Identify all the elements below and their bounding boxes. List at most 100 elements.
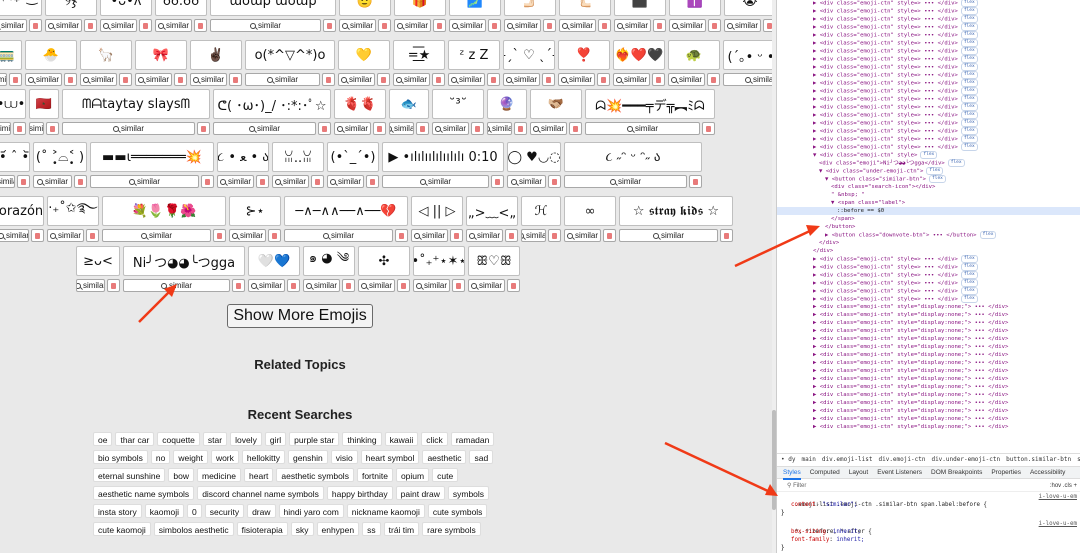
dom-node-line[interactable]: ▶ <div class="emoji-ctn" style=> ••• </d… — [777, 287, 1080, 295]
dom-node-line[interactable]: ▶ <div class="emoji-ctn" style="display:… — [777, 375, 1080, 383]
downvote-button[interactable] — [542, 73, 555, 86]
similar-button[interactable]: similar — [0, 122, 11, 135]
flex-badge[interactable]: flex — [960, 271, 978, 279]
recent-search-tag[interactable]: symbols — [447, 486, 490, 500]
dom-node-line[interactable]: ▼ <div class="under-emoji-ctn"> flex — [777, 167, 1080, 175]
similar-button[interactable]: similar — [327, 175, 364, 188]
emoji-copy-box[interactable]: 🤍💙 — [248, 246, 300, 276]
breadcrumb-item[interactable]: div.emoji-ctn — [878, 456, 925, 463]
similar-button[interactable]: similar — [503, 73, 540, 86]
similar-button[interactable]: similar — [102, 229, 211, 242]
dom-node-line[interactable]: ▶ <div class="emoji-ctn" style=> ••• </d… — [777, 119, 1080, 127]
flex-badge[interactable]: flex — [960, 295, 978, 303]
emoji-copy-box[interactable]: •ᴗ•ʌ — [100, 0, 152, 16]
downvote-button[interactable] — [311, 175, 324, 188]
dom-node-line[interactable]: ▶ <div class="emoji-ctn" style="display:… — [777, 327, 1080, 335]
similar-button[interactable]: similar — [393, 73, 430, 86]
downvote-button[interactable] — [452, 279, 465, 292]
emoji-copy-box[interactable]: =͟͟͞★ — [393, 40, 445, 70]
dom-node-line[interactable]: ▶ <div class="emoji-ctn" style=> ••• </d… — [777, 295, 1080, 303]
recent-search-tag[interactable]: draw — [247, 504, 276, 518]
recent-search-tag[interactable]: insta story — [93, 504, 142, 518]
emoji-copy-box[interactable]: ◁ || ▷ — [411, 196, 463, 226]
emoji-copy-box[interactable]: 🎁 — [394, 0, 446, 16]
dom-node-line[interactable]: ▶ <div class="emoji-ctn" style=> ••• </d… — [777, 279, 1080, 287]
similar-button[interactable]: similar — [76, 279, 105, 292]
flex-badge[interactable]: flex — [926, 167, 944, 175]
emoji-copy-box[interactable]: ˘³˘ — [432, 89, 484, 119]
downvote-button[interactable] — [213, 229, 226, 242]
emoji-copy-box[interactable]: ୨ჯ — [45, 0, 97, 16]
emoji-copy-box[interactable]: ≥ᴗ< — [76, 246, 120, 276]
emoji-copy-box[interactable]: ⁺˳✧༚₊˚‿⁀ — [0, 0, 42, 16]
similar-button[interactable]: similar — [123, 279, 230, 292]
similar-button[interactable]: similar — [724, 19, 761, 32]
similar-button[interactable]: similar — [245, 73, 320, 86]
dom-node-line[interactable]: ▶ <div class="emoji-ctn" style="display:… — [777, 367, 1080, 375]
downvote-button[interactable] — [17, 175, 30, 188]
similar-button[interactable]: similar — [248, 279, 285, 292]
dom-node-line[interactable]: <div class="search-icon"></div> — [777, 183, 1080, 191]
similar-button[interactable]: similar — [339, 19, 376, 32]
dom-node-line[interactable]: ▶ <div class="emoji-ctn" style=> ••• </d… — [777, 47, 1080, 55]
similar-button[interactable]: similar — [449, 19, 486, 32]
downvote-button[interactable] — [287, 279, 300, 292]
recent-search-tag[interactable]: no — [150, 450, 171, 464]
dom-node-line[interactable]: ▶ <div class="emoji-ctn" style=> ••• </d… — [777, 23, 1080, 31]
tab-dom-breakpoints[interactable]: DOM Breakpoints — [931, 469, 982, 476]
flex-badge[interactable]: flex — [960, 15, 978, 23]
recent-search-tag[interactable]: visio — [330, 450, 358, 464]
similar-button[interactable]: similar — [272, 175, 309, 188]
recent-search-tag[interactable]: security — [204, 504, 245, 518]
dom-node-line[interactable]: ▶ <div class="emoji-ctn" style=> ••• </d… — [777, 7, 1080, 15]
emoji-copy-box[interactable]: 🦙 — [80, 40, 132, 70]
emoji-copy-box[interactable]: ૮ • ﻌ • ა — [217, 142, 269, 172]
emoji-copy-box[interactable]: Ni╯つ◕◕╰つgga — [123, 246, 245, 276]
downvote-button[interactable] — [395, 229, 408, 242]
emoji-copy-box[interactable]: 🫡 — [339, 0, 391, 16]
flex-badge[interactable]: flex — [960, 79, 978, 87]
downvote-button[interactable] — [342, 279, 355, 292]
downvote-button[interactable] — [548, 229, 561, 242]
similar-button[interactable]: similar — [559, 19, 596, 32]
dom-node-line[interactable]: </div> — [777, 239, 1080, 247]
similar-button[interactable]: similar — [613, 73, 650, 86]
similar-button[interactable]: similar — [338, 73, 375, 86]
emoji-copy-box[interactable]: 🎀 — [135, 40, 187, 70]
recent-search-tag[interactable]: girl — [264, 432, 287, 446]
recent-search-tag[interactable]: cute — [432, 468, 459, 482]
breadcrumb-item[interactable]: div.under-emoji-ctn — [931, 456, 1000, 463]
tab-properties[interactable]: Properties — [991, 469, 1021, 476]
styles-filter[interactable]: ⚲ Filter :hov .cls + — [777, 481, 1080, 492]
downvote-button[interactable] — [707, 73, 720, 86]
emoji-copy-box[interactable]: 🚃 — [0, 40, 22, 70]
recent-search-tag[interactable]: nickname kaomoji — [346, 504, 425, 518]
emoji-copy-box[interactable]: (´｡• ᵕ •｡`) ♡ — [723, 40, 772, 70]
downvote-button[interactable] — [432, 73, 445, 86]
emoji-copy-box[interactable]: ✣ — [358, 246, 410, 276]
emoji-copy-box[interactable]: ✌🏿 — [190, 40, 242, 70]
dom-node-line[interactable]: ▶ <div class="emoji-ctn" style="display:… — [777, 383, 1080, 391]
emoji-copy-box[interactable]: 💛 — [338, 40, 390, 70]
downvote-button[interactable] — [763, 19, 772, 32]
emoji-copy-box[interactable]: („>﹏<„) — [466, 196, 518, 226]
similar-button[interactable]: similar — [521, 229, 546, 242]
downvote-button[interactable] — [174, 73, 187, 86]
downvote-button[interactable] — [416, 122, 429, 135]
downvote-button[interactable] — [514, 122, 527, 135]
similar-button[interactable]: similar — [303, 279, 340, 292]
emoji-copy-box[interactable]: 😭 — [724, 0, 772, 16]
downvote-button[interactable] — [107, 279, 120, 292]
downvote-button[interactable] — [323, 19, 336, 32]
downvote-button[interactable] — [652, 73, 665, 86]
dom-node-line[interactable]: ▶ <div class="emoji-ctn" style="display:… — [777, 303, 1080, 311]
similar-button[interactable]: similar — [468, 279, 505, 292]
dom-node-line[interactable]: ▶ <div class="emoji-ctn" style=> ••• </d… — [777, 95, 1080, 103]
emoji-copy-box[interactable]: ∞ — [564, 196, 616, 226]
flex-badge[interactable]: flex — [960, 95, 978, 103]
emoji-copy-box[interactable]: 🗾 — [449, 0, 501, 16]
downvote-button[interactable] — [13, 122, 26, 135]
similar-button[interactable]: similar — [585, 122, 700, 135]
emoji-copy-box[interactable]: (•`_´•) — [327, 142, 379, 172]
emoji-copy-box[interactable]: ᕦ( ･ω･)_/ ･:*:･ﾟ☆ — [213, 89, 331, 119]
